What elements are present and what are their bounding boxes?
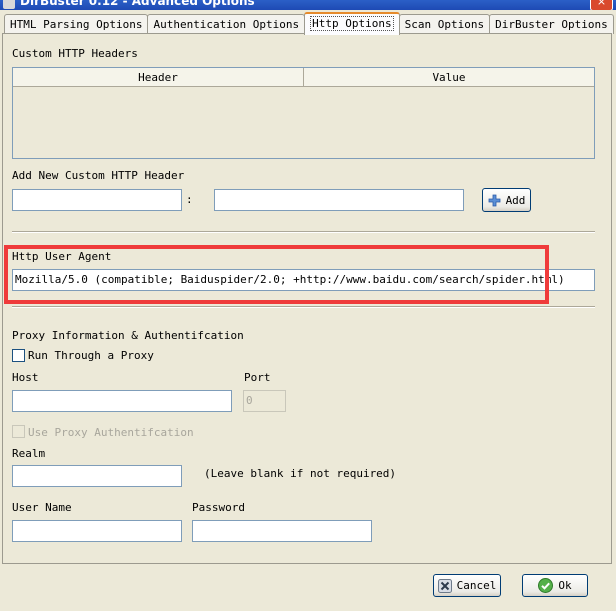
add-button-label: Add: [505, 193, 526, 207]
tab-label: Scan Options: [404, 18, 485, 31]
username-input[interactable]: [12, 520, 182, 542]
check-icon: [538, 578, 554, 593]
username-label: User Name: [12, 501, 72, 514]
plus-icon: [488, 194, 501, 207]
separator: [12, 231, 595, 233]
custom-headers-label: Custom HTTP Headers: [12, 47, 138, 60]
run-through-proxy-checkbox[interactable]: [12, 349, 25, 362]
cancel-label: Cancel: [456, 579, 497, 592]
column-header-header[interactable]: Header: [13, 68, 304, 87]
run-through-proxy-label[interactable]: Run Through a Proxy: [28, 349, 154, 362]
title-bar: DirBuster 0.12 - Advanced Options ×: [0, 0, 616, 10]
password-input[interactable]: [192, 520, 372, 542]
cancel-button[interactable]: Cancel: [433, 574, 501, 597]
new-header-value-input[interactable]: [214, 189, 464, 211]
tab-label: HTML Parsing Options: [10, 18, 143, 31]
tab-label: Http Options: [310, 16, 394, 31]
tab-authentication-options[interactable]: Authentication Options: [147, 14, 306, 34]
tab-http-options[interactable]: Http Options: [304, 12, 400, 35]
header-separator: :: [186, 193, 193, 206]
tab-scan-options[interactable]: Scan Options: [398, 14, 491, 34]
close-icon[interactable]: ×: [590, 0, 613, 10]
use-proxy-auth-checkbox[interactable]: [12, 425, 25, 438]
window-title: DirBuster 0.12 - Advanced Options: [20, 0, 255, 8]
column-header-value[interactable]: Value: [304, 68, 594, 87]
use-proxy-auth-label[interactable]: Use Proxy Authentifcation: [28, 426, 194, 439]
cancel-icon: [437, 578, 452, 593]
port-input[interactable]: 0: [243, 390, 286, 412]
add-header-button[interactable]: Add: [482, 188, 531, 212]
host-input[interactable]: [12, 390, 232, 412]
host-label: Host: [12, 371, 39, 384]
password-label: Password: [192, 501, 245, 514]
user-agent-label: Http User Agent: [12, 250, 112, 263]
app-icon: [3, 0, 15, 9]
user-agent-input[interactable]: Mozilla/5.0 (compatible; Baiduspider/2.0…: [12, 269, 595, 291]
proxy-section-label: Proxy Information & Authentifcation: [12, 329, 244, 342]
tab-html-parsing-options[interactable]: HTML Parsing Options: [4, 14, 149, 34]
port-label: Port: [244, 371, 271, 384]
tab-dirbuster-options[interactable]: DirBuster Options: [489, 14, 614, 34]
new-header-name-input[interactable]: [12, 189, 182, 211]
tab-label: DirBuster Options: [495, 18, 608, 31]
ok-label: Ok: [558, 579, 572, 592]
add-header-label: Add New Custom HTTP Header: [12, 169, 185, 182]
tab-strip: HTML Parsing Options Authentication Opti…: [4, 12, 614, 35]
ok-button[interactable]: Ok: [522, 574, 588, 597]
realm-label: Realm: [12, 447, 46, 460]
separator: [12, 306, 595, 308]
tab-label: Authentication Options: [153, 18, 300, 31]
realm-input[interactable]: [12, 465, 182, 487]
custom-headers-table[interactable]: Header Value: [12, 67, 595, 159]
realm-hint: (Leave blank if not required): [204, 467, 397, 480]
